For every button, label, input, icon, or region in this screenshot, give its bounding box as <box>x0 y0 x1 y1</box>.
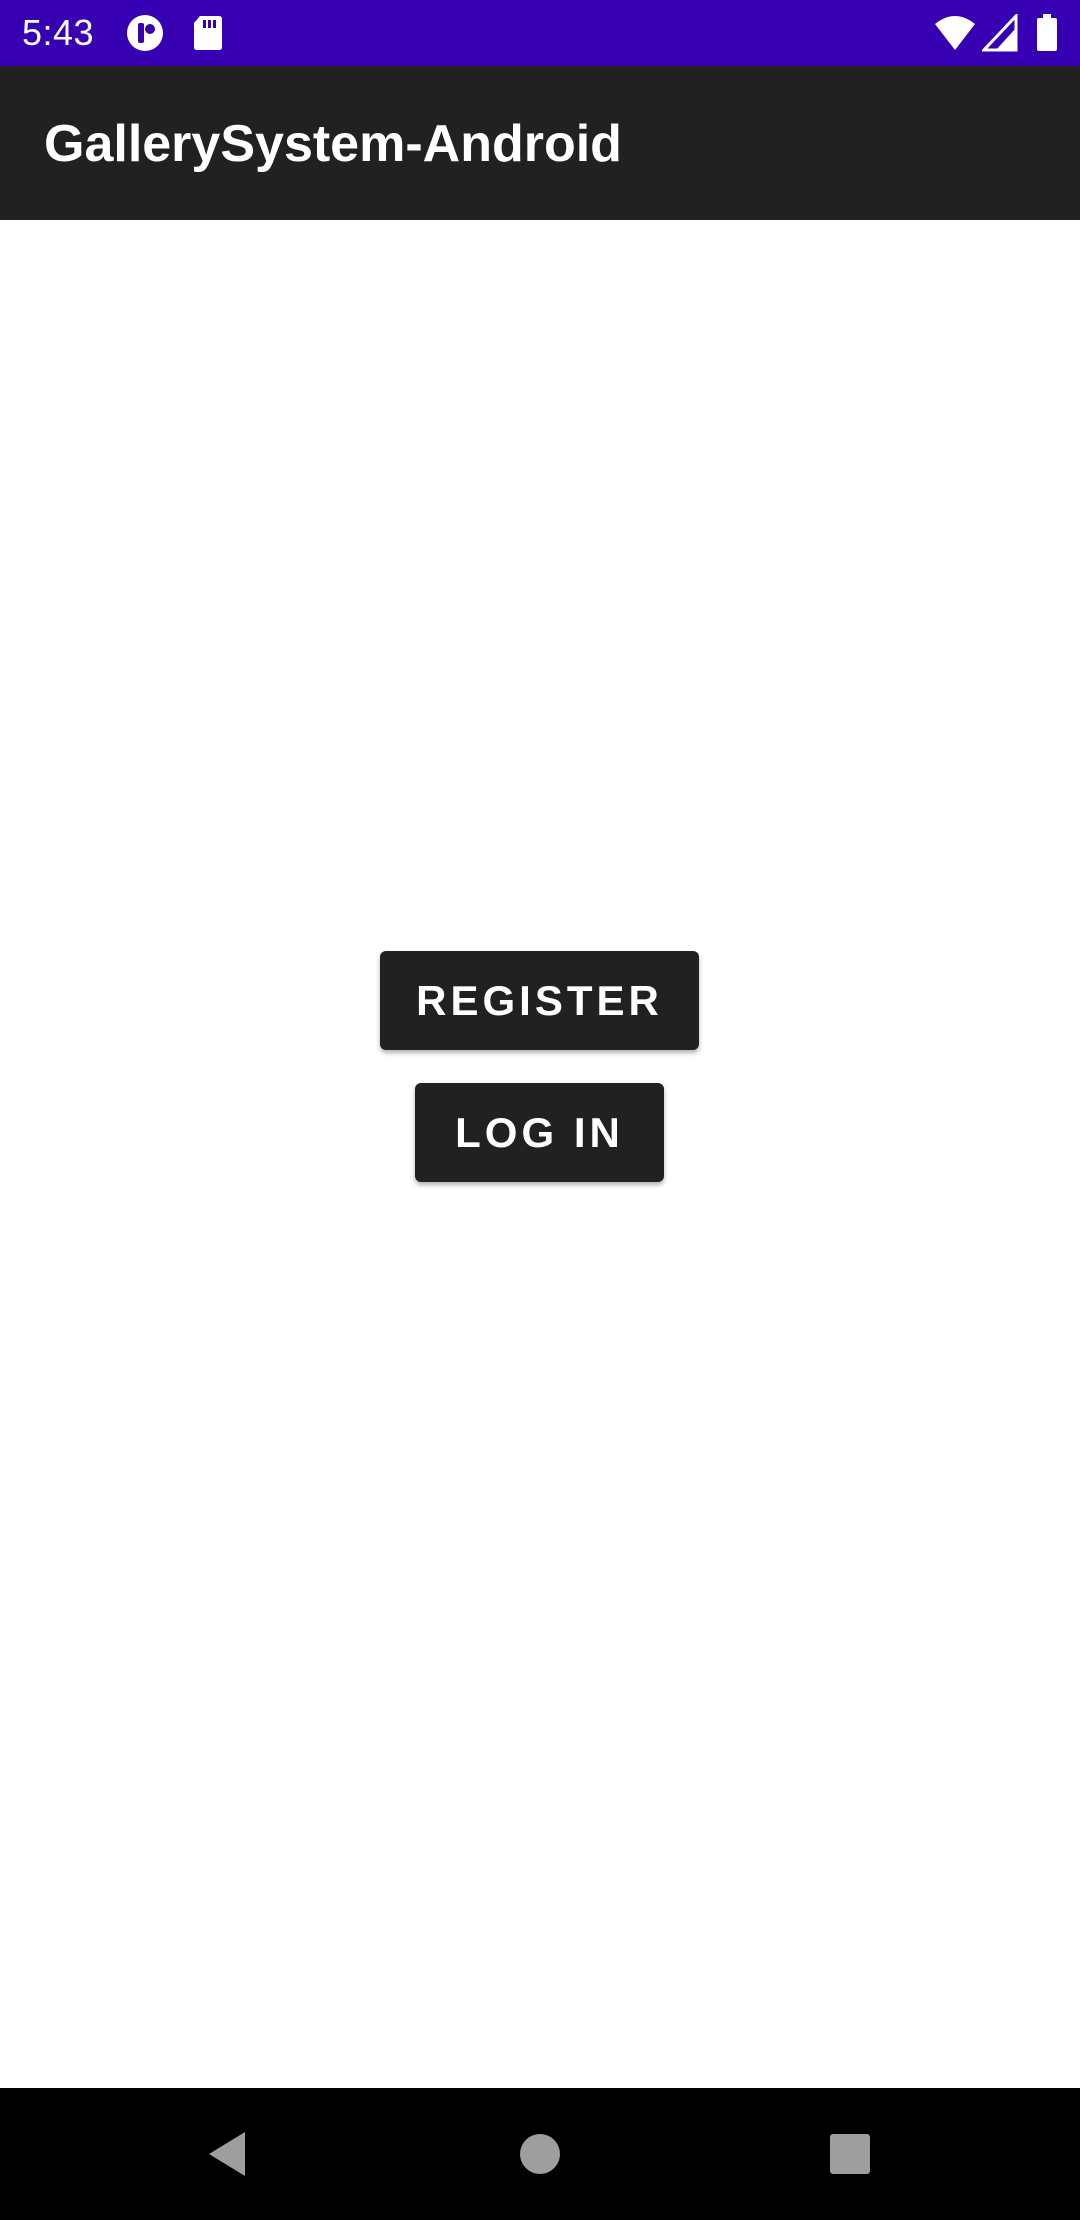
app-title: GallerySystem-Android <box>44 115 622 173</box>
status-bar: 5:43 <box>0 0 1080 66</box>
wifi-icon <box>934 14 976 52</box>
back-icon[interactable] <box>157 2088 297 2220</box>
status-time: 5:43 <box>22 12 95 53</box>
login-button[interactable]: LOG IN <box>415 1083 664 1182</box>
register-button[interactable]: REGISTER <box>380 951 699 1050</box>
notification-p-icon <box>126 14 166 52</box>
battery-icon <box>1036 14 1058 52</box>
app-bar: GallerySystem-Android <box>0 66 1080 220</box>
cell-signal-icon <box>980 12 1018 52</box>
navigation-bar <box>0 2088 1080 2220</box>
main-content: REGISTER LOG IN <box>0 220 1080 2088</box>
home-icon[interactable] <box>470 2088 610 2220</box>
recents-icon[interactable] <box>780 2088 920 2220</box>
sd-card-icon <box>192 14 224 52</box>
